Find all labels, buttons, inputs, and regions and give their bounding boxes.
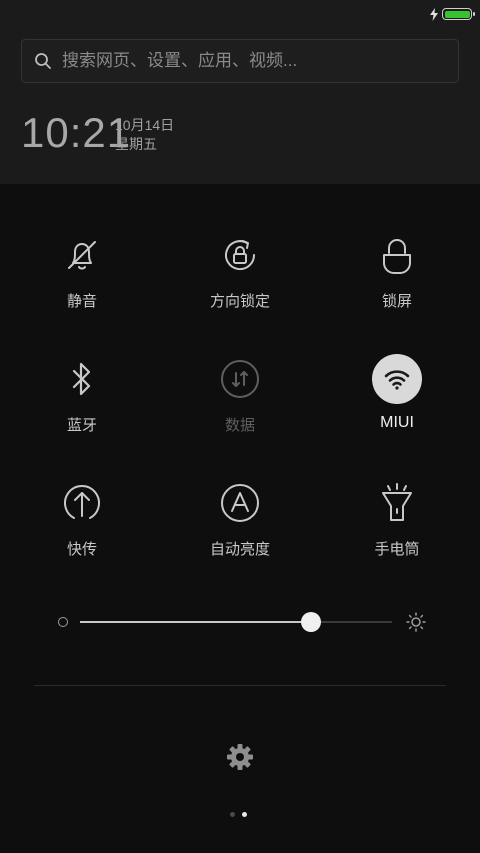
- brightness-slider[interactable]: [58, 608, 426, 636]
- toggle-mobile-data[interactable]: 数据: [160, 354, 320, 454]
- clock-date[interactable]: 10月14日 星期五: [115, 116, 174, 154]
- brightness-min-icon: [58, 617, 68, 627]
- toggle-label: 蓝牙: [66, 417, 97, 434]
- bell-off-icon: [57, 230, 107, 280]
- toggle-flashlight[interactable]: 手电筒: [317, 478, 477, 578]
- toggle-wifi[interactable]: MIUI: [317, 354, 477, 454]
- search-icon: [35, 53, 51, 69]
- toggle-label: 数据: [224, 417, 255, 434]
- date-label: 10月14日: [115, 117, 175, 133]
- divider: [34, 685, 446, 686]
- wifi-icon: [372, 354, 422, 404]
- toggle-label: 手电筒: [374, 541, 420, 558]
- weekday-label: 星期五: [115, 136, 157, 152]
- toggle-label: 锁屏: [381, 293, 412, 310]
- brightness-max-icon: [406, 612, 426, 632]
- toggle-label: 静音: [66, 293, 97, 310]
- battery-icon: [442, 8, 475, 20]
- notification-header: 10:21 10月14日 星期五: [0, 0, 480, 184]
- toggle-label: 快传: [66, 541, 97, 558]
- battery-level: [444, 10, 470, 18]
- toggle-label: 方向锁定: [209, 293, 270, 310]
- toggle-bluetooth[interactable]: 蓝牙: [2, 354, 162, 454]
- page-dot[interactable]: [230, 812, 235, 817]
- toggle-silent[interactable]: 静音: [2, 230, 162, 330]
- page-indicator: [230, 812, 247, 817]
- flashlight-icon: [372, 478, 422, 528]
- toggle-rotation-lock[interactable]: 方向锁定: [160, 230, 320, 330]
- brightness-fill: [80, 621, 311, 623]
- mobile-data-icon: [215, 354, 265, 404]
- toggle-quick-transfer[interactable]: 快传: [2, 478, 162, 578]
- quick-transfer-icon: [57, 478, 107, 528]
- toggle-label: 自动亮度: [209, 541, 270, 558]
- search-input[interactable]: [60, 50, 458, 72]
- charging-icon: [430, 7, 438, 21]
- lock-icon: [372, 230, 422, 280]
- gear-icon: [227, 744, 253, 770]
- bluetooth-icon: [57, 354, 107, 404]
- auto-brightness-icon: [215, 478, 265, 528]
- brightness-track[interactable]: [80, 612, 392, 632]
- search-bar[interactable]: [21, 39, 459, 83]
- rotation-lock-icon: [215, 230, 265, 280]
- brightness-thumb[interactable]: [300, 612, 321, 632]
- page-dot-active[interactable]: [242, 812, 247, 817]
- toggle-auto-brightness[interactable]: 自动亮度: [160, 478, 320, 578]
- settings-button[interactable]: [225, 742, 255, 777]
- status-bar: [430, 5, 475, 23]
- toggle-lock-screen[interactable]: 锁屏: [317, 230, 477, 330]
- toggle-label: MIUI: [380, 414, 414, 431]
